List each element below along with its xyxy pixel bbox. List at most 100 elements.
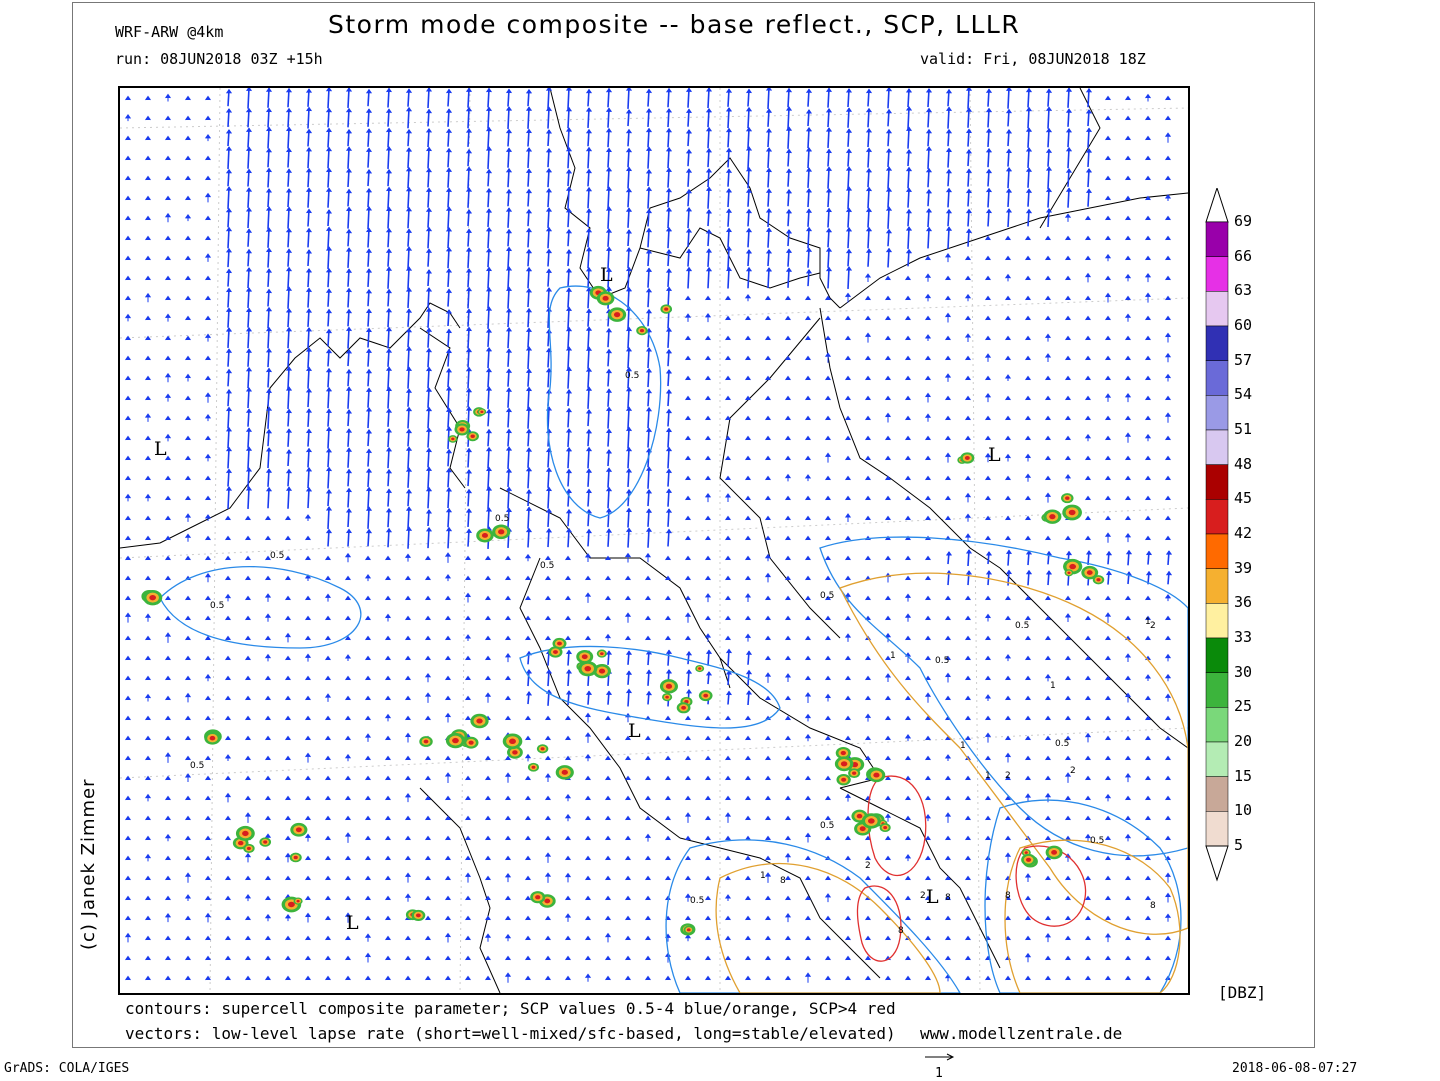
lapse-rate-vector <box>966 917 971 921</box>
lapse-rate-vector <box>146 657 151 661</box>
lapse-rate-vector <box>746 957 751 961</box>
lapse-rate-vector <box>387 129 392 148</box>
lapse-rate-vector <box>846 794 851 801</box>
lapse-rate-vector <box>806 377 811 381</box>
lapse-rate-vector <box>546 977 551 981</box>
lapse-rate-vector <box>407 309 412 327</box>
lapse-rate-vector <box>126 957 131 961</box>
lapse-rate-vector <box>327 310 332 327</box>
lapse-rate-vector <box>407 389 412 407</box>
lapse-rate-vector <box>1166 777 1171 781</box>
lapse-rate-vector <box>1106 377 1111 381</box>
lapse-rate-vector <box>467 269 472 287</box>
lapse-rate-vector <box>606 635 611 642</box>
lapse-rate-vector <box>926 377 931 381</box>
lapse-rate-vector <box>847 108 852 128</box>
lapse-rate-vector <box>487 329 492 347</box>
lapse-rate-vector <box>247 349 252 366</box>
lapse-rate-vector <box>966 937 971 941</box>
lapse-rate-vector <box>1126 957 1131 961</box>
lapse-rate-vector <box>126 934 131 943</box>
lapse-rate-vector <box>406 697 411 701</box>
lapse-rate-vector <box>1066 475 1071 481</box>
lapse-rate-vector <box>1086 777 1091 781</box>
lapse-rate-vector <box>587 448 592 469</box>
lapse-rate-vector <box>486 934 491 942</box>
lapse-rate-vector <box>386 837 391 841</box>
lapse-rate-vector <box>667 428 672 447</box>
lapse-rate-vector <box>267 430 272 446</box>
lapse-rate-vector <box>627 208 632 228</box>
lapse-rate-vector <box>226 697 231 701</box>
colorbar-bin <box>1206 777 1228 812</box>
lapse-rate-vector <box>847 149 852 166</box>
lapse-rate-vector <box>906 277 911 281</box>
lapse-rate-vector <box>747 189 752 206</box>
lapse-rate-vector <box>646 957 651 961</box>
lapse-rate-vector <box>1126 433 1131 443</box>
lapse-rate-vector <box>667 489 672 506</box>
lapse-rate-vector <box>226 517 231 521</box>
lapse-rate-vector <box>446 617 451 621</box>
lapse-rate-vector <box>1166 217 1171 221</box>
lapse-rate-vector <box>1026 697 1031 701</box>
lapse-rate-vector <box>186 117 191 121</box>
lapse-rate-vector <box>206 277 211 281</box>
lapse-rate-vector <box>526 817 531 821</box>
lapse-rate-vector <box>486 817 491 821</box>
lapse-rate-vector <box>786 717 791 721</box>
lapse-rate-vector <box>307 288 312 307</box>
lapse-rate-vector <box>426 757 431 761</box>
lapse-rate-vector <box>526 897 531 901</box>
lapse-rate-vector <box>1166 257 1171 261</box>
lapse-rate-vector <box>1006 537 1011 541</box>
lapse-rate-vector <box>606 917 611 921</box>
contour-label: 2 <box>920 891 926 901</box>
lapse-rate-vector <box>1046 837 1051 841</box>
lapse-rate-vector <box>966 717 971 721</box>
lapse-rate-vector <box>246 977 251 981</box>
lapse-rate-vector <box>1026 717 1031 721</box>
lapse-rate-vector <box>726 494 731 502</box>
lapse-rate-vector <box>406 734 411 743</box>
lapse-rate-vector <box>1086 677 1091 681</box>
reflectivity-cell <box>677 702 691 713</box>
lapse-rate-vector <box>387 387 392 408</box>
lapse-rate-vector <box>126 177 131 181</box>
lapse-rate-vector <box>867 129 872 147</box>
lapse-rate-vector <box>447 168 452 187</box>
lapse-rate-vector <box>806 417 811 421</box>
lapse-rate-vector <box>126 157 131 161</box>
lapse-rate-vector <box>706 917 711 921</box>
lapse-rate-vector <box>1046 417 1051 421</box>
lapse-rate-vector <box>1046 817 1051 821</box>
lapse-rate-vector <box>146 957 151 961</box>
lapse-rate-vector <box>267 369 272 388</box>
lapse-rate-vector <box>847 129 852 147</box>
lapse-rate-vector <box>626 597 631 601</box>
lapse-rate-vector <box>1047 552 1052 565</box>
lapse-rate-vector <box>1126 377 1131 381</box>
author-credit: (c) Janek Zimmer <box>78 778 99 950</box>
lapse-rate-vector <box>687 190 692 207</box>
lapse-rate-vector <box>266 977 271 981</box>
lapse-rate-vector <box>466 717 471 721</box>
lapse-rate-vector <box>746 477 751 481</box>
lapse-rate-vector <box>467 449 472 468</box>
lapse-rate-vector <box>866 557 871 561</box>
lapse-rate-vector <box>946 813 951 823</box>
lapse-rate-vector <box>267 149 272 167</box>
lapse-rate-vector <box>627 448 632 469</box>
lapse-rate-vector <box>707 88 712 108</box>
lapse-rate-vector <box>927 109 932 128</box>
lapse-rate-vector <box>706 297 711 301</box>
lapse-rate-vector <box>506 597 511 601</box>
lapse-rate-vector <box>166 857 171 861</box>
lapse-rate-vector <box>746 757 751 761</box>
lapse-rate-vector <box>527 268 532 289</box>
lapse-rate-vector <box>386 977 391 981</box>
lapse-rate-vector <box>1066 637 1071 641</box>
reference-vector-value: 1 <box>935 1066 943 1081</box>
lapse-rate-vector <box>246 813 251 823</box>
lapse-rate-vector <box>387 290 392 307</box>
